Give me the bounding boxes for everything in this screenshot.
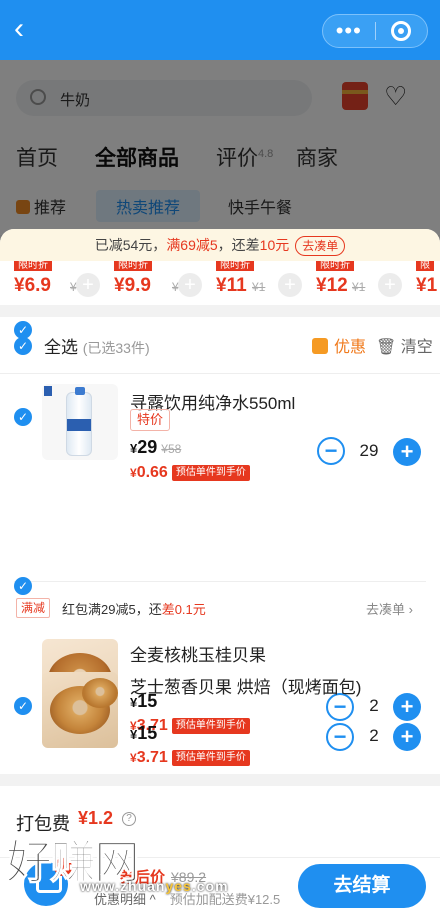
shipping-estimate: 预估加配送费¥12.5 [169, 892, 281, 907]
discount-label: 优惠 [334, 339, 367, 356]
addon-price: ¥11 [216, 275, 247, 296]
add-items-link[interactable]: 去凑单 › [366, 599, 413, 618]
capsule-menu: ••• [322, 14, 428, 48]
quantity-value[interactable]: 2 [356, 726, 392, 746]
addon-item[interactable]: 限时折 ¥12 ¥1 + [316, 261, 412, 305]
deal-tag: 限 [416, 261, 434, 271]
discount-detail-label: 优惠明细 ^ [94, 892, 156, 907]
watermark-url: www.zhuanyes.com [80, 878, 229, 894]
promo-saved: 已减54元， [94, 237, 167, 253]
add-icon[interactable]: + [178, 273, 202, 297]
cart-panel: 已减54元，满69减5，还差10元去凑单 限时折 ¥6.9 ¥5 + 限时折 ¥… [0, 229, 440, 913]
promo-rule: 满69减5 [166, 237, 218, 253]
deal-tag: 限时折 [316, 261, 354, 271]
addon-product-strip: 限时折 ¥6.9 ¥5 + 限时折 ¥9.9 ¥1 + 限时折 ¥11 ¥1 +… [0, 261, 440, 305]
unit-price-value: 3.71 [136, 749, 168, 766]
discount-button[interactable]: 优惠 [312, 333, 366, 357]
full-reduction-text: 红包满29减5，还差0.1元 [62, 599, 206, 618]
addon-price: ¥6.9 [14, 275, 51, 296]
watermark-url-mid: yes [165, 878, 192, 894]
mini-program-header: ‹ ••• [0, 0, 440, 60]
unit-price-value: 0.66 [136, 464, 168, 481]
promo-gap: 10元 [259, 237, 290, 253]
selected-count: (已选33件) [82, 340, 150, 356]
product-image-water[interactable] [42, 384, 118, 460]
divider [14, 581, 426, 582]
item-checkbox[interactable]: ✓ [14, 697, 32, 715]
unit-price-label: 预估单件到手价 [171, 465, 250, 481]
deal-tag: 限时折 [14, 261, 52, 271]
item-checkbox[interactable]: ✓ [14, 577, 32, 595]
help-icon[interactable]: ? [122, 812, 136, 826]
product-price: ¥15 [130, 723, 158, 743]
clear-cart-button[interactable]: 🗑 清空 [376, 333, 433, 357]
product-price-value: 29 [137, 437, 158, 457]
addon-price: ¥12 [316, 275, 348, 296]
addon-item[interactable]: 限时折 ¥11 ¥1 + [216, 261, 310, 305]
target-circle-icon[interactable] [375, 21, 427, 41]
clear-label: 清空 [400, 339, 433, 356]
deal-tag: 限时折 [216, 261, 254, 271]
addon-price: ¥1 [416, 275, 438, 296]
divider [0, 373, 440, 374]
full-reduction-gap: 差0.1元 [161, 602, 206, 617]
addon-item[interactable]: 限时折 ¥9.9 ¥1 + [114, 261, 208, 305]
promo-bar: 已减54元，满69减5，还差10元 去凑单 [0, 229, 440, 261]
increase-quantity-button[interactable]: + [393, 693, 421, 721]
trash-icon: 🗑 [376, 339, 397, 356]
product-name[interactable]: 全麦核桃玉桂贝果 [130, 641, 266, 666]
unit-price: ¥0.66 预估单件到手价 [130, 464, 250, 482]
watermark-url-post: .com [191, 878, 229, 894]
product-price: ¥29 ¥58 [130, 437, 182, 457]
unit-price: ¥3.71 预估单件到手价 [130, 749, 250, 767]
select-all-text: 全选 [44, 338, 78, 357]
addon-old-price: ¥1 [352, 280, 366, 294]
increase-quantity-button[interactable]: + [393, 723, 421, 751]
addon-item[interactable]: 限 ¥1 [416, 261, 440, 305]
full-reduction-rule: 红包满29减5，还 [62, 602, 162, 617]
product-image-cheese-bagel[interactable] [42, 672, 118, 748]
add-icon[interactable]: + [278, 273, 302, 297]
add-items-button[interactable]: 去凑单 [295, 236, 346, 256]
add-icon[interactable]: + [76, 273, 100, 297]
product-old-price: ¥58 [161, 442, 182, 456]
addon-old-price: ¥1 [252, 280, 266, 294]
addon-item[interactable]: 限时折 ¥6.9 ¥5 + [14, 261, 104, 305]
select-all-checkbox[interactable]: ✓ [14, 337, 32, 355]
quantity-value[interactable]: 2 [356, 696, 392, 716]
deal-tag: 限时折 [114, 261, 152, 271]
more-dots-icon[interactable]: ••• [323, 20, 375, 42]
select-all-label[interactable]: 全选 (已选33件) [44, 333, 150, 358]
watermark-url-pre: www.zhuan [80, 878, 166, 894]
product-name[interactable]: 芝士葱香贝果 烘焙（现烤面包) [130, 673, 361, 698]
full-reduction-tag: 满减 [16, 598, 51, 618]
full-reduction-row: 满减 红包满29减5，还差0.1元 去凑单 › [0, 593, 440, 623]
addon-price: ¥9.9 [114, 275, 151, 296]
item-checkbox[interactable]: ✓ [14, 408, 32, 426]
unit-price-label: 预估单件到手价 [171, 718, 250, 734]
item-checkbox[interactable]: ✓ [14, 321, 32, 339]
checkout-button[interactable]: 去结算 [298, 864, 426, 908]
add-icon[interactable]: + [378, 273, 402, 297]
unit-price-label: 预估单件到手价 [171, 750, 250, 766]
decrease-quantity-button[interactable]: − [317, 437, 345, 465]
decrease-quantity-button[interactable]: − [326, 723, 354, 751]
quantity-value[interactable]: 29 [351, 441, 387, 461]
promo-remain: ，还差 [217, 237, 260, 253]
chevron-left-icon[interactable]: ‹ [14, 14, 44, 48]
coupon-icon [312, 338, 328, 354]
increase-quantity-button[interactable]: + [393, 438, 421, 466]
special-price-tag: 特价 [130, 409, 171, 431]
product-price-value: 15 [137, 723, 158, 743]
